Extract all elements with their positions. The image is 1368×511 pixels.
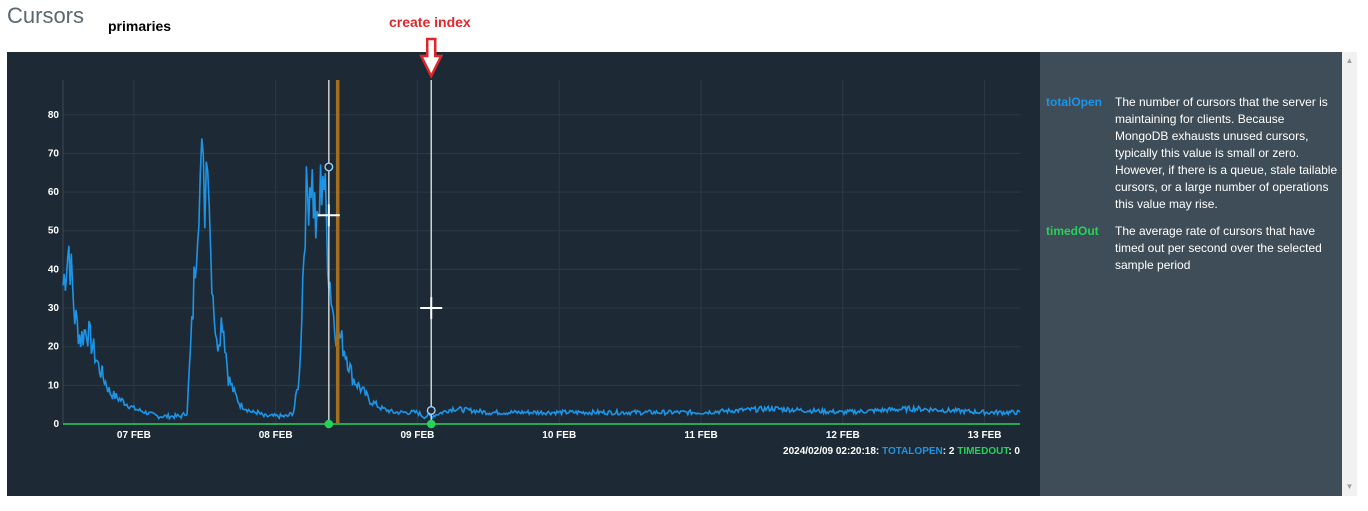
x-tick-label: 13 FEB	[968, 430, 1002, 441]
x-tick-label: 09 FEB	[400, 430, 434, 441]
series-line-totalOpen	[62, 138, 1021, 421]
y-tick-label: 80	[48, 110, 60, 121]
x-tick-label: 07 FEB	[117, 430, 151, 441]
x-tick-label: 12 FEB	[826, 430, 860, 441]
crosshair-icon	[420, 297, 443, 320]
chart-panel[interactable]: 0 10 20 30 40 50 60 70 80 07 FEB 08 FEB 09 FEB 10 F…	[7, 37, 1040, 496]
x-tick-label: 10 FEB	[542, 430, 576, 441]
scroll-up-arrow-icon[interactable]: ▲	[1342, 54, 1357, 68]
status-timedout-value: : 0	[1008, 446, 1020, 457]
y-tick-label: 70	[48, 148, 60, 159]
hover-point-totalopen	[426, 405, 436, 415]
status-timedout-key: TIMEDOUT	[957, 446, 1009, 457]
legend-description-totalopen: The number of cursors that the server is…	[1115, 95, 1338, 211]
status-timestamp: 2024/02/09 02:20:18:	[783, 446, 880, 457]
create-index-annotation: create index	[389, 14, 471, 30]
y-tick-label: 20	[48, 342, 60, 353]
status-totalopen-value: : 2	[942, 446, 955, 457]
status-totalopen-key: TOTALOPEN	[882, 446, 943, 457]
hover-point-timedout	[324, 419, 334, 429]
y-tick-label: 10	[48, 380, 60, 391]
legend-panel: totalOpen The number of cursors that the…	[1040, 52, 1342, 496]
vertical-scrollbar[interactable]: ▲ ▼	[1342, 52, 1357, 496]
chart-subtitle: primaries	[108, 18, 172, 34]
y-tick-label: 0	[53, 419, 59, 430]
hover-status-line: 2024/02/09 02:20:18: TOTALOPEN: 2 TIMEDO…	[783, 446, 1020, 457]
page-title: Cursors	[7, 3, 85, 28]
y-tick-label: 60	[48, 187, 60, 198]
x-axis: 07 FEB 08 FEB 09 FEB 10 FEB 11 FEB 12 FEB 13 F…	[117, 430, 1002, 441]
y-axis: 0 10 20 30 40 50 60 70 80	[48, 110, 60, 430]
hover-point-timedout	[426, 419, 436, 429]
chart-series	[62, 138, 1021, 425]
cursors-chart[interactable]: 0 10 20 30 40 50 60 70 80 07 FEB 08 FEB 09 FEB 10 F…	[7, 37, 1040, 496]
legend-key-timedout: timedOut	[1046, 224, 1099, 238]
y-tick-label: 30	[48, 303, 60, 314]
y-tick-label: 50	[48, 226, 60, 237]
legend-key-totalopen: totalOpen	[1046, 95, 1102, 109]
y-tick-label: 40	[48, 264, 60, 275]
create-index-arrow-icon	[419, 37, 444, 79]
x-tick-label: 11 FEB	[684, 430, 717, 441]
legend-description-timedout: The average rate of cursors that have ti…	[1115, 224, 1322, 272]
chart-grid	[62, 80, 1020, 425]
hover-point-totalopen	[324, 162, 334, 172]
x-tick-label: 08 FEB	[259, 430, 293, 441]
scroll-down-arrow-icon[interactable]: ▼	[1342, 480, 1357, 494]
chart-overlay	[317, 37, 444, 429]
